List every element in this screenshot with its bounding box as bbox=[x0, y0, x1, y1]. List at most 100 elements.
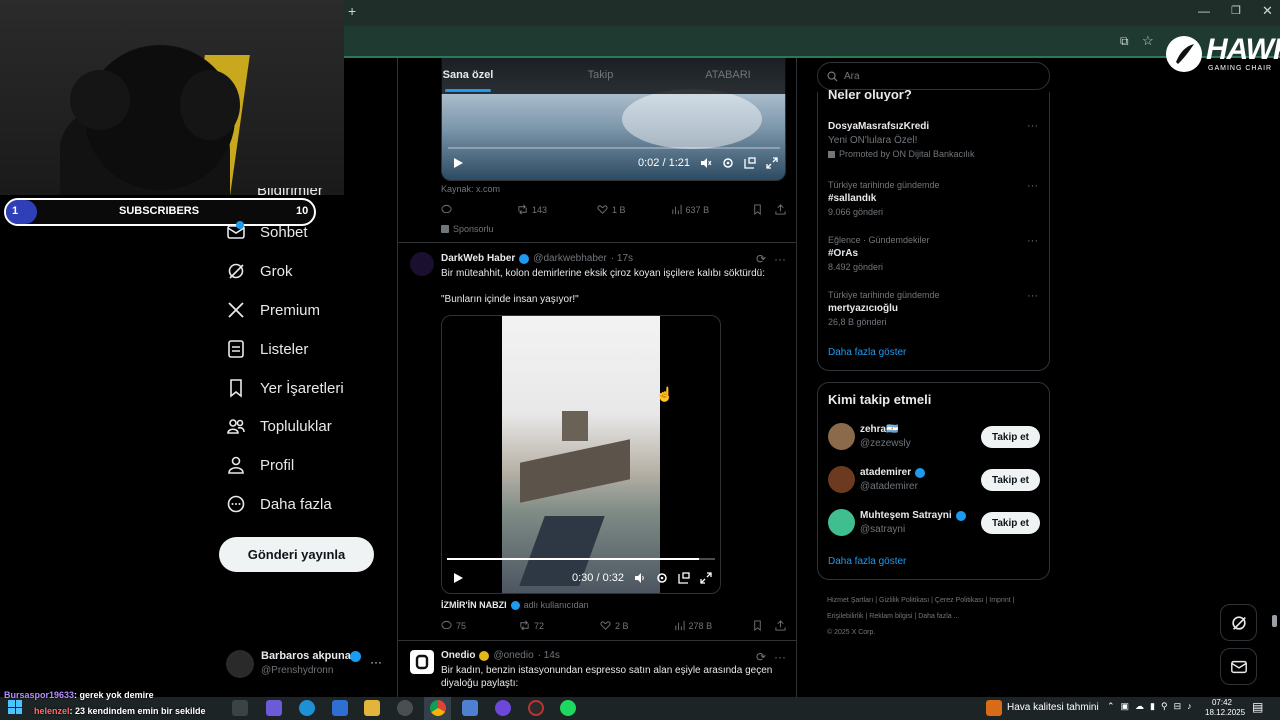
follow-handle[interactable]: @zezewsly bbox=[860, 438, 911, 449]
tab-for-you[interactable]: Sana özel bbox=[398, 58, 538, 92]
obs-icon[interactable] bbox=[528, 700, 544, 716]
views-button[interactable]: 278 B bbox=[674, 620, 712, 631]
tweet-time[interactable]: · 17s bbox=[611, 253, 633, 264]
task-view-icon[interactable] bbox=[232, 700, 248, 716]
install-app-icon[interactable]: ⧉ bbox=[1120, 34, 1129, 49]
pip-icon[interactable] bbox=[678, 572, 690, 584]
video-progress-track[interactable] bbox=[447, 558, 715, 560]
edge-icon[interactable] bbox=[299, 700, 315, 716]
trend-item[interactable]: DosyaMasrafsızKredi Yeni ON'lulara Özel!… bbox=[828, 121, 1043, 159]
fullscreen-icon[interactable] bbox=[766, 157, 778, 169]
mute-icon[interactable] bbox=[700, 157, 712, 169]
messages-fab[interactable] bbox=[1220, 648, 1257, 685]
address-bar[interactable]: ⧉ ☆ bbox=[344, 26, 1280, 58]
footer-link[interactable]: Daha fazla ... bbox=[918, 613, 959, 620]
footer-link[interactable]: Hizmet Şartları bbox=[827, 597, 873, 604]
play-icon[interactable] bbox=[452, 572, 464, 584]
bookmark-icon[interactable] bbox=[752, 204, 763, 215]
reply-icon[interactable] bbox=[441, 204, 452, 215]
trend-more-icon[interactable]: ··· bbox=[1027, 290, 1038, 302]
restore-button[interactable]: ❐ bbox=[1231, 4, 1241, 17]
outlook-icon[interactable] bbox=[332, 700, 348, 716]
retweet-button[interactable]: 143 bbox=[517, 204, 547, 215]
grok-icon[interactable]: ⟳ bbox=[756, 650, 766, 664]
avatar[interactable] bbox=[226, 650, 254, 678]
retweet-button[interactable]: 72 bbox=[519, 620, 544, 631]
sidebar-item-bookmarks[interactable]: Yer İşaretleri bbox=[226, 373, 344, 403]
notifications-icon[interactable]: ▤ bbox=[1252, 700, 1263, 714]
follow-name[interactable]: Muhteşem Satrayni bbox=[860, 510, 952, 521]
sidebar-item-profile[interactable]: Profil bbox=[226, 450, 294, 480]
footer-link[interactable]: Çerez Politikası bbox=[935, 597, 984, 604]
account-menu-icon[interactable]: ··· bbox=[370, 655, 382, 669]
video-progress-track[interactable] bbox=[448, 147, 780, 149]
share-icon[interactable] bbox=[775, 620, 786, 631]
trend-item[interactable]: Türkiye tarihinde gündemde #sallandık 9.… bbox=[828, 180, 1043, 217]
follow-button[interactable]: Takip et bbox=[981, 469, 1040, 491]
tab-atabari[interactable]: ATABARI bbox=[663, 58, 793, 92]
footer-link[interactable]: Reklam bilgisi bbox=[869, 613, 912, 620]
trend-more-icon[interactable]: ··· bbox=[1027, 120, 1038, 132]
tweet-time[interactable]: · 14s bbox=[538, 650, 560, 661]
footer-link[interactable]: Gizlilik Politikası bbox=[879, 597, 929, 604]
fullscreen-icon[interactable] bbox=[700, 572, 712, 584]
spotify-icon[interactable] bbox=[560, 700, 576, 716]
trend-more-icon[interactable]: ··· bbox=[1027, 180, 1038, 192]
follow-button[interactable]: Takip et bbox=[981, 512, 1040, 534]
system-tray-icons[interactable]: ⌃▣☁▮⚲⊟♪ bbox=[1107, 701, 1198, 712]
clock[interactable]: 07:42 18.12.2025 bbox=[1205, 698, 1245, 718]
new-tab-button[interactable]: + bbox=[348, 3, 356, 19]
close-window-button[interactable]: ✕ bbox=[1262, 3, 1273, 19]
xbox-icon[interactable] bbox=[397, 700, 413, 716]
avatar[interactable] bbox=[410, 252, 434, 276]
grok-icon[interactable]: ⟳ bbox=[756, 252, 766, 266]
bookmark-icon[interactable] bbox=[752, 620, 763, 631]
avatar[interactable] bbox=[828, 466, 855, 493]
follow-show-more[interactable]: Daha fazla göster bbox=[828, 556, 906, 567]
like-button[interactable]: 1 B bbox=[597, 204, 626, 215]
pip-icon[interactable] bbox=[744, 157, 756, 169]
footer-link[interactable]: Imprint bbox=[989, 597, 1010, 604]
start-icon[interactable] bbox=[8, 700, 22, 714]
explorer-icon[interactable] bbox=[364, 700, 380, 716]
author-name[interactable]: Onedio bbox=[441, 650, 475, 661]
footer-link[interactable]: Erişilebilirlik bbox=[827, 613, 864, 620]
trends-show-more[interactable]: Daha fazla göster bbox=[828, 347, 906, 358]
more-options-icon[interactable]: ··· bbox=[774, 650, 786, 664]
author-name[interactable]: DarkWeb Haber bbox=[441, 253, 515, 264]
reply-button[interactable]: 75 bbox=[441, 620, 466, 631]
settings-icon[interactable] bbox=[656, 572, 668, 584]
volume-icon[interactable] bbox=[634, 572, 646, 584]
tweet-video[interactable]: 0:30 / 0:32 bbox=[441, 315, 721, 594]
sidebar-item-communities[interactable]: Topluluklar bbox=[226, 411, 332, 441]
settings-icon[interactable] bbox=[722, 157, 734, 169]
follow-name[interactable]: atademirer bbox=[860, 467, 911, 478]
sidebar-item-grok[interactable]: Grok bbox=[226, 256, 293, 286]
follow-handle[interactable]: @atademirer bbox=[860, 481, 918, 492]
play-icon[interactable] bbox=[452, 157, 464, 169]
copilot-icon[interactable] bbox=[266, 700, 282, 716]
minimize-button[interactable]: — bbox=[1198, 4, 1210, 18]
sidebar-item-notifications-partial[interactable]: Bildirimler bbox=[257, 188, 323, 196]
grok-fab[interactable] bbox=[1220, 604, 1257, 641]
weather-text[interactable]: Hava kalitesi tahmini bbox=[1007, 702, 1099, 713]
more-options-icon[interactable]: ··· bbox=[774, 252, 786, 266]
steam-icon[interactable] bbox=[462, 700, 478, 716]
avatar[interactable] bbox=[410, 650, 434, 674]
follow-handle[interactable]: @satrayni bbox=[860, 524, 905, 535]
follow-button[interactable]: Takip et bbox=[981, 426, 1040, 448]
sidebar-item-lists[interactable]: Listeler bbox=[226, 334, 308, 364]
weather-icon[interactable] bbox=[986, 700, 1002, 716]
avatar[interactable] bbox=[828, 509, 855, 536]
discord-icon[interactable] bbox=[495, 700, 511, 716]
trend-item[interactable]: Türkiye tarihinde gündemde mertyazıcıoğl… bbox=[828, 290, 1043, 327]
like-button[interactable]: 2 B bbox=[600, 620, 629, 631]
search-input[interactable]: Ara bbox=[817, 62, 1050, 90]
share-icon[interactable] bbox=[775, 204, 786, 215]
follow-name[interactable]: zehra🇦🇷 bbox=[860, 424, 899, 435]
chrome-icon[interactable] bbox=[430, 700, 446, 716]
views-button[interactable]: 637 B bbox=[671, 204, 709, 215]
bookmark-star-icon[interactable]: ☆ bbox=[1142, 33, 1154, 49]
author-handle[interactable]: @onedio bbox=[493, 650, 533, 661]
avatar[interactable] bbox=[828, 423, 855, 450]
